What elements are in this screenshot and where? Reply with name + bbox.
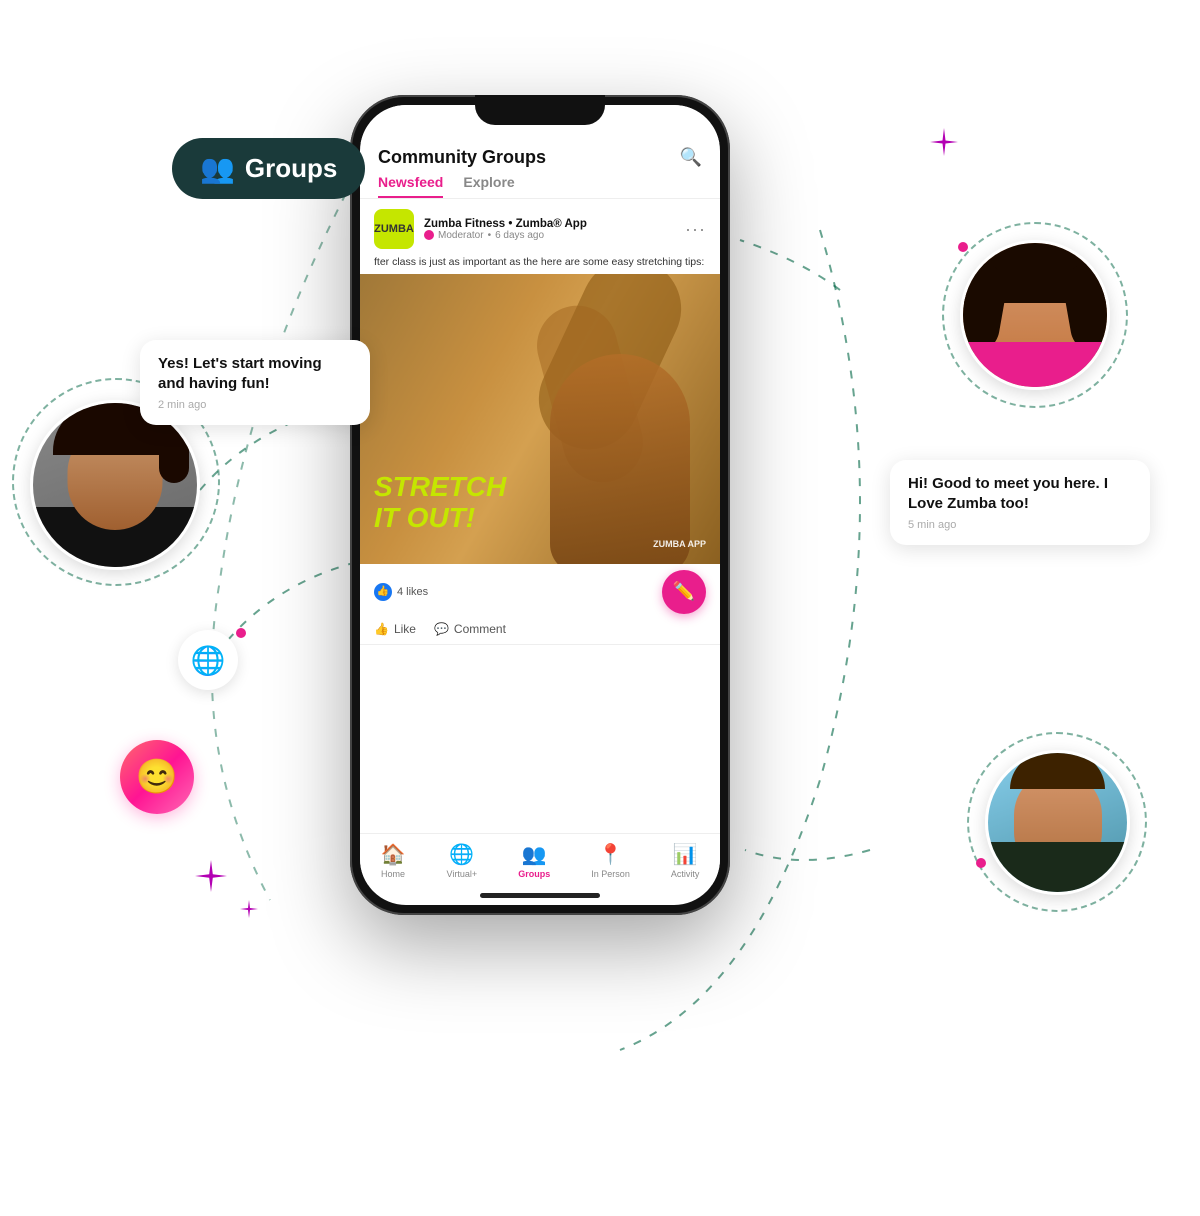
app-header: Community Groups 🔍 [360,143,720,168]
phone-shell: Community Groups 🔍 Newsfeed Explore ZUMB… [350,95,730,915]
like-thumb: 👍 [374,583,392,601]
smiley-circle: 😊 [120,740,194,814]
nav-item-in-person[interactable]: 📍 In Person [591,842,630,879]
post-role: Moderator [438,230,484,241]
avatar-top-right [960,240,1110,390]
post-group-sub: Moderator • 6 days ago [424,230,675,241]
stretch-line2: IT OUT! [374,502,475,533]
groups-badge-text: Groups [245,153,337,184]
like-label: Like [394,622,416,636]
bubble-right-time: 5 min ago [908,519,1132,531]
compose-icon: ✏️ [673,581,695,602]
likes-count: 4 likes [397,586,428,598]
home-icon: 🏠 [381,842,406,867]
action-bar: 👍 Like 💬 Comment [360,618,720,645]
virtual-icon: 🌐 [449,842,474,867]
post-bullet: • [488,230,492,241]
bubble-left-time: 2 min ago [158,399,352,411]
globe-icon-float: 🌐 [178,630,238,690]
nav-label-activity: Activity [671,869,700,879]
tab-explore[interactable]: Explore [463,174,514,198]
nav-item-activity[interactable]: 📊 Activity [671,842,700,879]
comment-button[interactable]: 💬 Comment [434,622,506,636]
post-meta: Zumba Fitness • Zumba® App Moderator • 6… [424,218,675,241]
activity-icon: 📊 [673,842,698,867]
groups-badge: 👥 Groups [172,138,365,199]
bubble-left-text: Yes! Let's start moving and having fun! [158,354,352,395]
stretch-text: STRETCH IT OUT! [374,472,506,534]
post-body-text: fter class is just as important as the h… [374,255,706,270]
home-indicator [360,885,720,905]
bubble-right-text: Hi! Good to meet you here. I Love Zumba … [908,474,1132,515]
nav-label-groups: Groups [518,869,550,879]
chat-bubble-right: Hi! Good to meet you here. I Love Zumba … [890,460,1150,545]
sparkle-top-right [930,128,958,156]
post-group-name: Zumba Fitness • Zumba® App [424,218,675,230]
verified-dot [424,230,434,240]
post-avatar: ZUMBA [374,209,414,249]
avatar-left [30,400,200,570]
in-person-icon: 📍 [598,842,623,867]
groups-badge-icon: 👥 [200,152,235,185]
search-icon[interactable]: 🔍 [680,147,702,168]
home-bar [480,893,600,898]
nav-label-virtual: Virtual+ [447,869,478,879]
fab-compose-button[interactable]: ✏️ [662,570,706,614]
nav-item-virtual[interactable]: 🌐 Virtual+ [447,842,478,879]
chat-bubble-left: Yes! Let's start moving and having fun! … [140,340,370,425]
phone-notch [475,95,605,125]
zumba-logo-text: ZUMBA [374,223,414,235]
post-image: STRETCH IT OUT! ZUMBA APP [360,274,720,564]
groups-nav-icon: 👥 [522,842,547,867]
stretch-brand-text: ZUMBA APP [653,539,706,550]
likes-count-area: 👍 4 likes [374,583,428,601]
sparkle-bottom-left-2 [240,900,258,918]
stretch-line1: STRETCH [374,471,506,502]
post-likes-row: 👍 4 likes ✏️ [360,564,720,618]
comment-label: Comment [454,622,506,636]
phone-mockup: Community Groups 🔍 Newsfeed Explore ZUMB… [350,95,730,915]
smiley-icon-float: 😊 [120,740,194,814]
dot-accent-1 [958,242,968,252]
post-card: ZUMBA Zumba Fitness • Zumba® App Moderat… [360,199,720,274]
post-time: 6 days ago [495,230,544,241]
like-icon: 👍 [374,622,389,636]
app-title: Community Groups [378,147,546,168]
nav-label-home: Home [381,869,405,879]
like-button[interactable]: 👍 Like [374,622,416,636]
dot-accent-3 [976,858,986,868]
nav-label-in-person: In Person [591,869,630,879]
sparkle-bottom-left-1 [195,860,227,892]
tab-newsfeed[interactable]: Newsfeed [378,174,443,198]
post-more-button[interactable]: ··· [685,219,706,240]
nav-item-groups[interactable]: 👥 Groups [518,842,550,879]
nav-item-home[interactable]: 🏠 Home [381,842,406,879]
app-tabs: Newsfeed Explore [360,168,720,199]
comment-icon: 💬 [434,622,449,636]
bottom-nav: 🏠 Home 🌐 Virtual+ 👥 Groups 📍 In Person 📊 [360,833,720,885]
phone-screen: Community Groups 🔍 Newsfeed Explore ZUMB… [360,105,720,905]
globe-circle: 🌐 [178,630,238,690]
avatar-bottom-right [985,750,1130,895]
post-author-row: ZUMBA Zumba Fitness • Zumba® App Moderat… [374,209,706,249]
app-header-row: Community Groups 🔍 [378,147,702,168]
